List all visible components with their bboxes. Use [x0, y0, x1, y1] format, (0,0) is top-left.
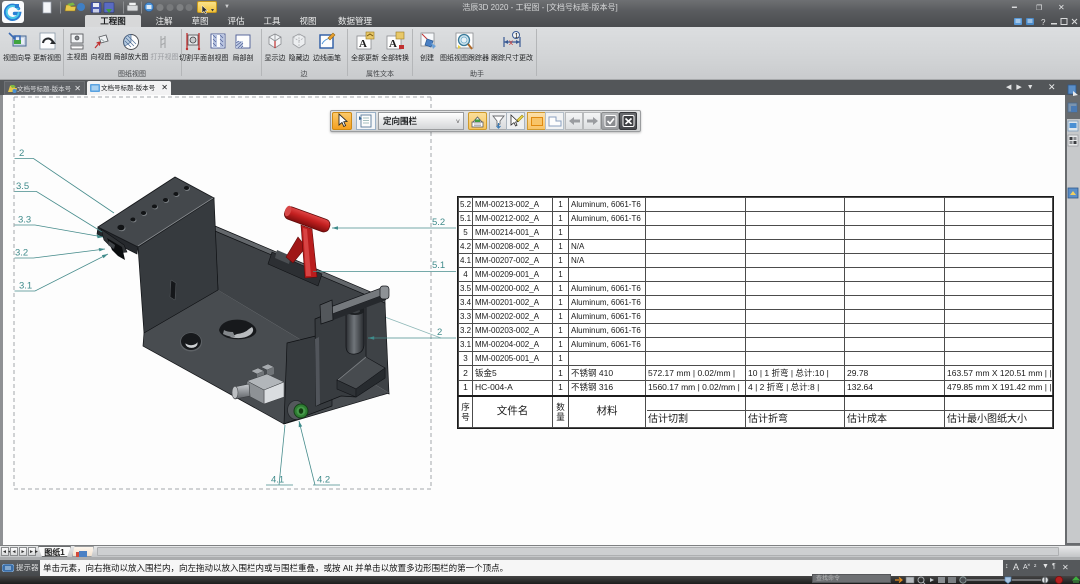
svg-text:2: 2 [19, 148, 24, 159]
svg-text:3.3: 3.3 [18, 215, 31, 226]
svg-text:3.1: 3.1 [19, 281, 32, 292]
svg-text:5.2: 5.2 [432, 217, 445, 228]
svg-text:4.1: 4.1 [271, 475, 284, 486]
svg-text:3.2: 3.2 [15, 248, 28, 259]
svg-text:5.1: 5.1 [432, 260, 445, 271]
svg-text:4.2: 4.2 [317, 475, 330, 486]
svg-text:2: 2 [437, 327, 442, 338]
svg-text:3.5: 3.5 [16, 181, 29, 192]
